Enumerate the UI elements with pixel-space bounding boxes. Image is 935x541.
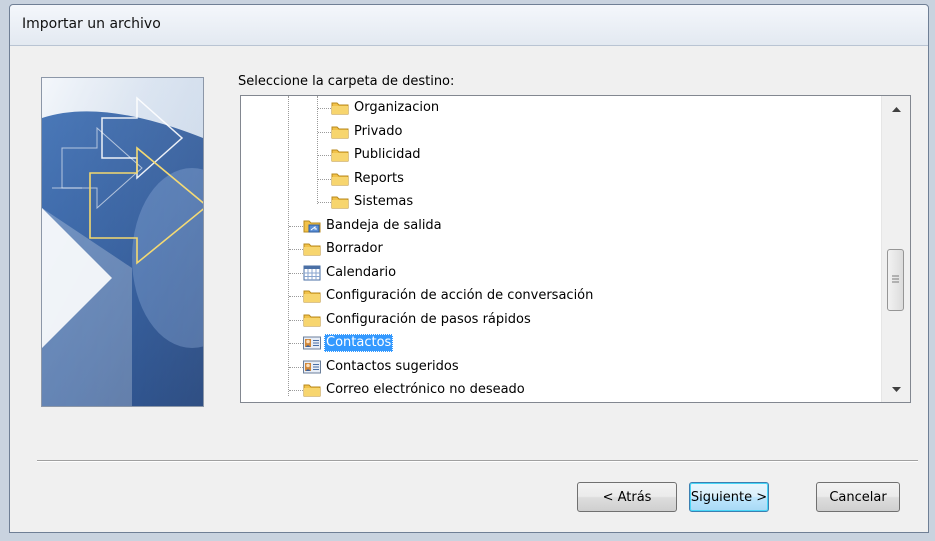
tree-item-contactos[interactable]: Contactos — [241, 333, 881, 353]
tree-item-label[interactable]: Contactos sugeridos — [324, 358, 461, 376]
tree-item-contactos-sugeridos[interactable]: Contactos sugeridos — [241, 357, 881, 377]
cancel-button[interactable]: Cancelar — [816, 482, 900, 512]
tree-item-configuraci-n-de-pasos-r-pidos[interactable]: Configuración de pasos rápidos — [241, 310, 881, 330]
tree-connector — [318, 202, 331, 203]
tree-item-label[interactable]: Publicidad — [352, 146, 423, 164]
tree-connector — [318, 178, 331, 180]
tree-item-borrador[interactable]: Borrador — [241, 239, 881, 259]
tree-item-label[interactable]: Reports — [352, 170, 406, 188]
scroll-up-icon[interactable] — [882, 99, 910, 119]
tree-item-label[interactable]: Calendario — [324, 264, 398, 282]
tree-connector — [318, 108, 331, 109]
contacts-icon — [303, 335, 321, 351]
tree-item-label[interactable]: Configuración de pasos rápidos — [324, 311, 533, 329]
tree-connector — [289, 225, 303, 227]
folder-icon — [331, 124, 349, 140]
tree-connector — [289, 343, 303, 344]
tree-item-calendario[interactable]: Calendario — [241, 263, 881, 283]
tree-item-label[interactable]: Correo electrónico no deseado — [324, 381, 527, 399]
tree-item-privado[interactable]: Privado — [241, 122, 881, 142]
tree-connector — [289, 366, 303, 368]
tree-connector — [289, 272, 303, 274]
tree-item-label[interactable]: Configuración de acción de conversación — [324, 287, 595, 305]
folder-icon — [331, 147, 349, 163]
dialog-body: Seleccione la carpeta de destino: Organi… — [10, 46, 928, 532]
tree-item-configuraci-n-de-acci-n-de-conversaci-n[interactable]: Configuración de acción de conversación — [241, 286, 881, 306]
folder-icon — [303, 241, 321, 257]
scroll-down-icon[interactable] — [882, 379, 910, 399]
tree-connector — [318, 131, 331, 133]
tree-item-organizacion[interactable]: Organizacion — [241, 98, 881, 118]
folder-icon — [303, 288, 321, 304]
dialog-title: Importar un archivo — [22, 16, 161, 32]
next-button[interactable]: Siguiente > — [689, 482, 769, 512]
tree-item-label[interactable]: Privado — [352, 123, 404, 141]
folder-icon — [331, 194, 349, 210]
folder-icon — [303, 382, 321, 398]
tree-item-label[interactable]: Borrador — [324, 240, 385, 258]
tree-connector — [289, 296, 303, 297]
folder-tree-viewport: Organizacion Privado Publicidad Reports Sist… — [241, 96, 881, 402]
wizard-banner-image — [41, 77, 204, 407]
destination-folder-label: Seleccione la carpeta de destino: — [238, 74, 455, 89]
tree-connector — [318, 155, 331, 156]
contacts-icon — [303, 359, 321, 375]
tree-item-reports[interactable]: Reports — [241, 169, 881, 189]
title-bar[interactable]: Importar un archivo — [10, 5, 928, 46]
tree-item-publicidad[interactable]: Publicidad — [241, 145, 881, 165]
tree-connector — [289, 390, 303, 391]
folder-icon — [331, 100, 349, 116]
folder-icon — [303, 312, 321, 328]
tree-item-label[interactable]: Bandeja de salida — [324, 217, 444, 235]
outbox-folder-icon — [303, 218, 321, 234]
tree-item-bandeja-de-salida[interactable]: Bandeja de salida — [241, 216, 881, 236]
folder-tree[interactable]: Organizacion Privado Publicidad Reports Sist… — [240, 95, 911, 403]
calendar-icon — [303, 265, 321, 281]
tree-item-label[interactable]: Contactos — [324, 334, 394, 352]
tree-item-correo-electr-nico-no-deseado[interactable]: Correo electrónico no deseado — [241, 380, 881, 400]
tree-item-label[interactable]: Sistemas — [352, 193, 415, 211]
tree-connector — [289, 319, 303, 321]
import-file-dialog: Importar un archivo Seleccione la carpet… — [9, 4, 929, 533]
vertical-scrollbar[interactable] — [881, 96, 910, 402]
back-button[interactable]: < Atrás — [577, 482, 677, 512]
button-separator — [37, 460, 918, 462]
tree-item-sistemas[interactable]: Sistemas — [241, 192, 881, 212]
tree-item-label[interactable]: Organizacion — [352, 99, 441, 117]
scrollbar-thumb[interactable] — [887, 249, 904, 311]
folder-icon — [331, 171, 349, 187]
tree-connector — [289, 249, 303, 250]
